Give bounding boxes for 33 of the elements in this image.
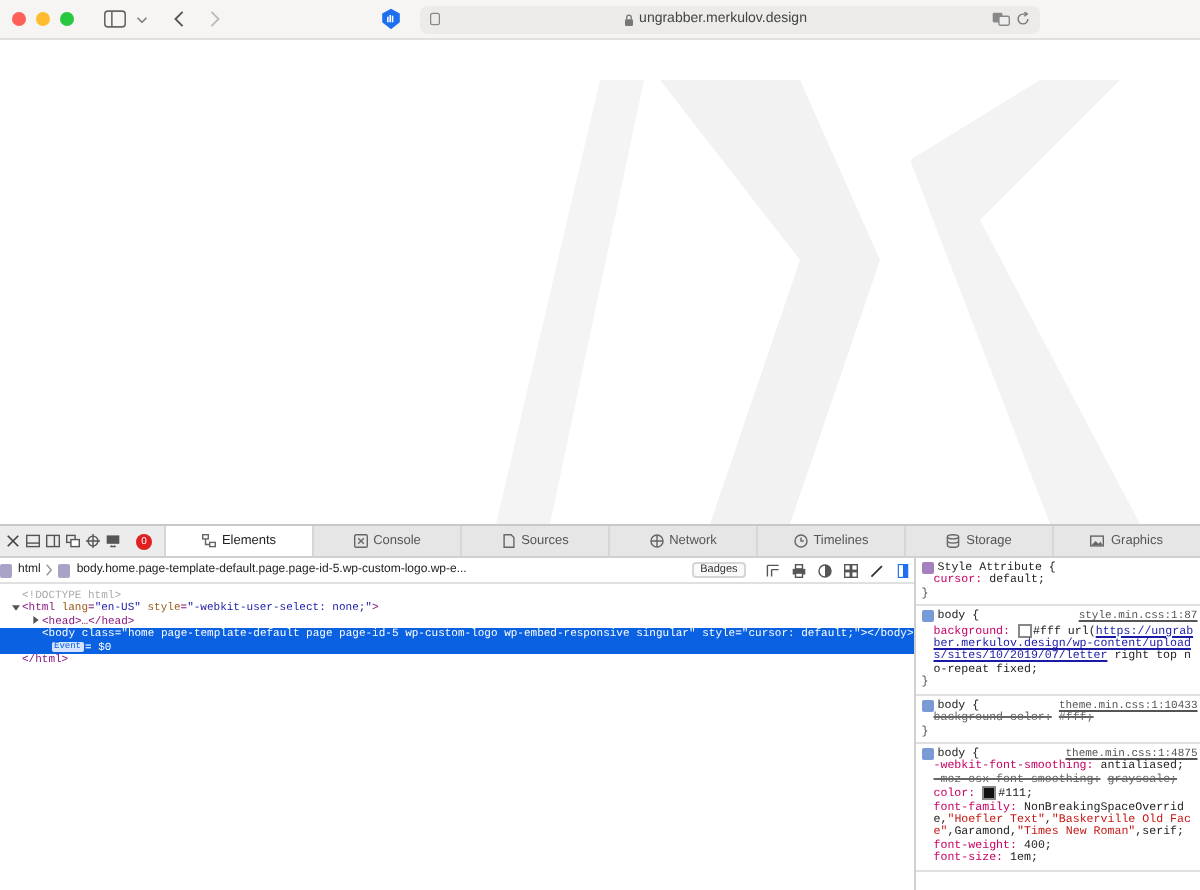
element-icon [0,563,12,577]
windows-icon[interactable] [66,534,80,548]
pencil-icon[interactable] [869,563,884,577]
back-icon[interactable] [174,10,184,28]
page-icon[interactable] [429,12,439,26]
database-icon [946,534,961,548]
sidebar-toggle-icon[interactable] [895,563,910,577]
shield-icon[interactable] [379,8,401,30]
sidebar-icon[interactable] [104,10,126,28]
translate-icon[interactable] [991,12,1010,26]
grid-icon[interactable] [843,563,858,577]
element-icon [58,563,71,577]
reload-icon[interactable] [1015,12,1030,26]
document-icon [501,534,516,548]
print-icon[interactable] [791,563,806,577]
chevron-right-icon [46,564,53,576]
picture-icon [1090,534,1105,548]
layout-icon[interactable] [765,563,780,577]
disclosure-open-icon[interactable] [12,603,20,612]
monitor-icon[interactable] [106,534,120,548]
elements-icon [201,534,216,548]
close-window-icon[interactable] [12,12,26,26]
globe-icon [649,534,664,548]
dock-bottom-icon[interactable] [26,534,40,548]
crosshair-icon[interactable] [86,534,100,548]
disclosure-closed-icon[interactable] [32,616,40,625]
contrast-icon[interactable] [817,563,832,577]
dock-side-icon[interactable] [46,534,60,548]
close-icon[interactable] [6,534,20,548]
lock-icon [623,13,634,25]
console-icon [353,534,368,548]
clock-icon [793,534,808,548]
chevron-down-icon[interactable] [136,15,148,23]
